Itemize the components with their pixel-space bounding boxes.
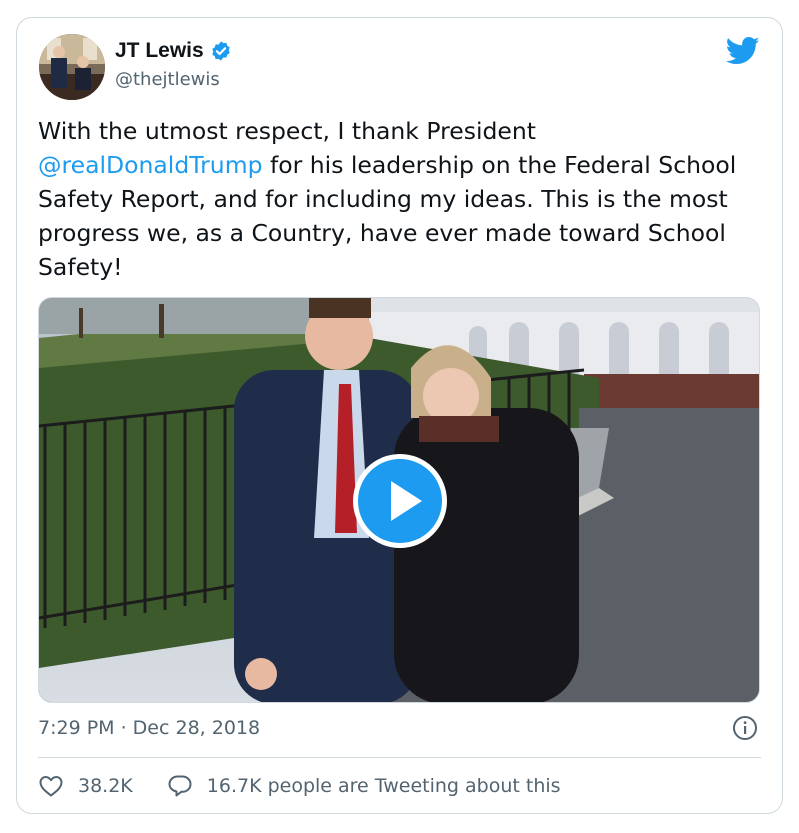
- tweet-text-part: With the utmost respect, I thank Preside…: [38, 117, 536, 145]
- like-count: 38.2K: [78, 775, 133, 797]
- tweeting-count: 16.7K people are Tweeting about this: [206, 775, 561, 797]
- timestamp-row: 7:29 PM · Dec 28, 2018: [38, 715, 762, 741]
- tweet-header: JT Lewis @thejtlewis: [37, 32, 762, 102]
- like-button[interactable]: 38.2K: [38, 773, 133, 799]
- timestamp[interactable]: 7:29 PM · Dec 28, 2018: [38, 717, 260, 739]
- author-names: JT Lewis @thejtlewis: [115, 38, 232, 90]
- twitter-bird-icon[interactable]: [726, 36, 760, 66]
- tweet-text: With the utmost respect, I thank Preside…: [38, 114, 768, 284]
- tweeting-link[interactable]: 16.7K people are Tweeting about this: [167, 773, 561, 799]
- handle[interactable]: @thejtlewis: [115, 69, 232, 90]
- verified-badge-icon: [211, 41, 230, 61]
- info-icon[interactable]: [732, 715, 758, 741]
- divider: [38, 757, 761, 758]
- play-button[interactable]: [353, 454, 447, 548]
- comment-icon: [168, 775, 192, 797]
- avatar[interactable]: [39, 34, 105, 100]
- tweet-card: JT Lewis @thejtlewis With the utmost res…: [16, 17, 783, 814]
- heart-icon: [39, 776, 63, 797]
- display-name[interactable]: JT Lewis: [115, 39, 204, 63]
- video-player[interactable]: [38, 297, 760, 703]
- mention-link[interactable]: @realDonaldTrump: [38, 151, 263, 179]
- action-bar: 38.2K 16.7K people are Tweeting about th…: [38, 771, 561, 801]
